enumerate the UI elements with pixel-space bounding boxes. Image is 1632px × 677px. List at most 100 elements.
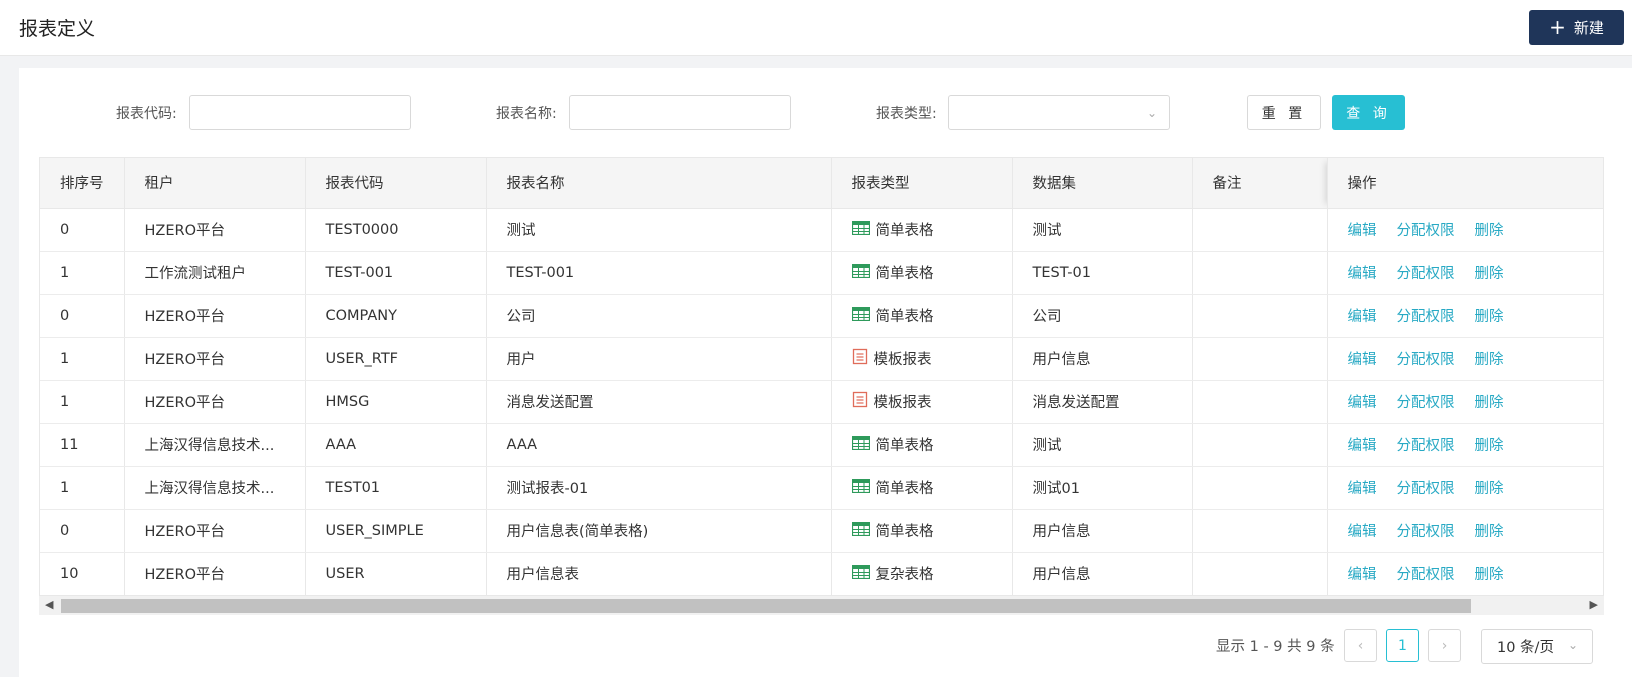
- cell-actions: 编辑 分配权限 删除: [1327, 251, 1603, 295]
- edit-link[interactable]: 编辑: [1348, 223, 1377, 239]
- column-header[interactable]: 报表类型: [831, 158, 1013, 209]
- cell-type: 模板报表: [831, 380, 1013, 424]
- cell-code: HMSG: [305, 380, 487, 424]
- delete-link[interactable]: 删除: [1475, 481, 1504, 497]
- cell-actions: 编辑 分配权限 删除: [1327, 423, 1603, 467]
- type-label: 模板报表: [873, 395, 932, 411]
- edit-link[interactable]: 编辑: [1348, 481, 1377, 497]
- cell-order: 0: [40, 208, 125, 252]
- report-name-input[interactable]: [569, 95, 791, 130]
- cell-name: 测试: [486, 208, 832, 252]
- assign-permission-link[interactable]: 分配权限: [1397, 395, 1455, 411]
- cell-code: TEST0000: [305, 208, 487, 252]
- reset-button[interactable]: 重 置: [1247, 95, 1321, 130]
- assign-permission-link[interactable]: 分配权限: [1397, 567, 1455, 583]
- table-row: 0 HZERO平台 COMPANY 公司 简单表格 公司 编辑 分配权限 删除: [40, 294, 1603, 338]
- cell-remark: [1192, 552, 1328, 596]
- table-row: 11 上海汉得信息技术... AAA AAA 简单表格 测试 编辑 分配权限 删除: [40, 423, 1603, 467]
- page-size-value: 10 条/页: [1497, 640, 1554, 656]
- type-label: 模板报表: [873, 352, 932, 368]
- cell-remark: [1192, 380, 1328, 424]
- cell-tenant: 工作流测试租户: [124, 251, 306, 295]
- cell-dataset: 消息发送配置: [1012, 380, 1193, 424]
- page-number-button[interactable]: 1: [1386, 629, 1419, 662]
- delete-link[interactable]: 删除: [1475, 395, 1504, 411]
- query-button[interactable]: 查 询: [1332, 95, 1405, 130]
- cell-order: 0: [40, 509, 125, 553]
- cell-remark: [1192, 509, 1328, 553]
- delete-link[interactable]: 删除: [1475, 438, 1504, 454]
- assign-permission-link[interactable]: 分配权限: [1397, 223, 1455, 239]
- cell-dataset: 用户信息: [1012, 509, 1193, 553]
- table-row: 1 HZERO平台 USER_RTF 用户 模板报表 用户信息 编辑 分配权限 删除: [40, 337, 1603, 381]
- edit-link[interactable]: 编辑: [1348, 524, 1377, 540]
- cell-order: 1: [40, 251, 125, 295]
- cell-code: TEST-001: [305, 251, 487, 295]
- column-header[interactable]: 报表代码: [305, 158, 487, 209]
- report-code-input[interactable]: [189, 95, 411, 130]
- cell-actions: 编辑 分配权限 删除: [1327, 294, 1603, 338]
- assign-permission-link[interactable]: 分配权限: [1397, 524, 1455, 540]
- prev-page-button[interactable]: ‹: [1344, 629, 1377, 662]
- next-page-button[interactable]: ›: [1428, 629, 1461, 662]
- delete-link[interactable]: 删除: [1475, 309, 1504, 325]
- column-header[interactable]: 备注: [1192, 158, 1328, 209]
- cell-tenant: HZERO平台: [124, 208, 306, 252]
- cell-dataset: 测试: [1012, 208, 1193, 252]
- assign-permission-link[interactable]: 分配权限: [1397, 481, 1455, 497]
- assign-permission-link[interactable]: 分配权限: [1397, 352, 1455, 368]
- table-grid-icon: [851, 478, 870, 497]
- cell-name: AAA: [486, 423, 832, 467]
- cell-code: USER_RTF: [305, 337, 487, 381]
- cell-dataset: 测试01: [1012, 466, 1193, 510]
- assign-permission-link[interactable]: 分配权限: [1397, 309, 1455, 325]
- cell-order: 1: [40, 337, 125, 381]
- edit-link[interactable]: 编辑: [1348, 567, 1377, 583]
- report-type-select[interactable]: ⌄: [948, 95, 1170, 130]
- cell-actions: 编辑 分配权限 删除: [1327, 509, 1603, 553]
- chevron-down-icon: ⌄: [1567, 638, 1578, 652]
- scroll-left-icon[interactable]: ◀: [45, 598, 53, 611]
- cell-type: 简单表格: [831, 466, 1013, 510]
- page-size-select[interactable]: 10 条/页 ⌄: [1481, 629, 1593, 664]
- edit-link[interactable]: 编辑: [1348, 266, 1377, 282]
- cell-name: 用户信息表(简单表格): [486, 509, 832, 553]
- cell-name: 用户信息表: [486, 552, 832, 596]
- cell-actions: 编辑 分配权限 删除: [1327, 552, 1603, 596]
- assign-permission-link[interactable]: 分配权限: [1397, 438, 1455, 454]
- cell-code: USER_SIMPLE: [305, 509, 487, 553]
- cell-name: TEST-001: [486, 251, 832, 295]
- edit-link[interactable]: 编辑: [1348, 438, 1377, 454]
- cell-dataset: 用户信息: [1012, 337, 1193, 381]
- table-grid-icon: [851, 521, 870, 540]
- type-label: 简单表格: [875, 438, 934, 454]
- table-row: 1 上海汉得信息技术... TEST01 测试报表-01 简单表格 测试01 编辑 分配权限 删…: [40, 466, 1603, 510]
- delete-link[interactable]: 删除: [1475, 266, 1504, 282]
- column-header[interactable]: 报表名称: [486, 158, 832, 209]
- delete-link[interactable]: 删除: [1475, 524, 1504, 540]
- edit-link[interactable]: 编辑: [1348, 309, 1377, 325]
- cell-tenant: HZERO平台: [124, 380, 306, 424]
- edit-link[interactable]: 编辑: [1348, 395, 1377, 411]
- cell-actions: 编辑 分配权限 删除: [1327, 208, 1603, 252]
- cell-remark: [1192, 337, 1328, 381]
- delete-link[interactable]: 删除: [1475, 223, 1504, 239]
- report-type-label: 报表类型:: [876, 106, 937, 122]
- column-header[interactable]: 排序号: [40, 158, 125, 209]
- new-button-label: 新建: [1573, 19, 1604, 37]
- column-header[interactable]: 数据集: [1012, 158, 1193, 209]
- cell-type: 简单表格: [831, 208, 1013, 252]
- cell-remark: [1192, 294, 1328, 338]
- scroll-right-icon[interactable]: ▶: [1590, 598, 1598, 611]
- edit-link[interactable]: 编辑: [1348, 352, 1377, 368]
- delete-link[interactable]: 删除: [1475, 352, 1504, 368]
- assign-permission-link[interactable]: 分配权限: [1397, 266, 1455, 282]
- column-header[interactable]: 租户: [124, 158, 306, 209]
- type-label: 简单表格: [875, 524, 934, 540]
- scrollbar-thumb[interactable]: [61, 599, 1471, 613]
- cell-tenant: HZERO平台: [124, 294, 306, 338]
- cell-type: 简单表格: [831, 509, 1013, 553]
- delete-link[interactable]: 删除: [1475, 567, 1504, 583]
- new-button[interactable]: + 新建: [1529, 10, 1624, 45]
- horizontal-scrollbar[interactable]: ◀ ▶: [39, 595, 1604, 615]
